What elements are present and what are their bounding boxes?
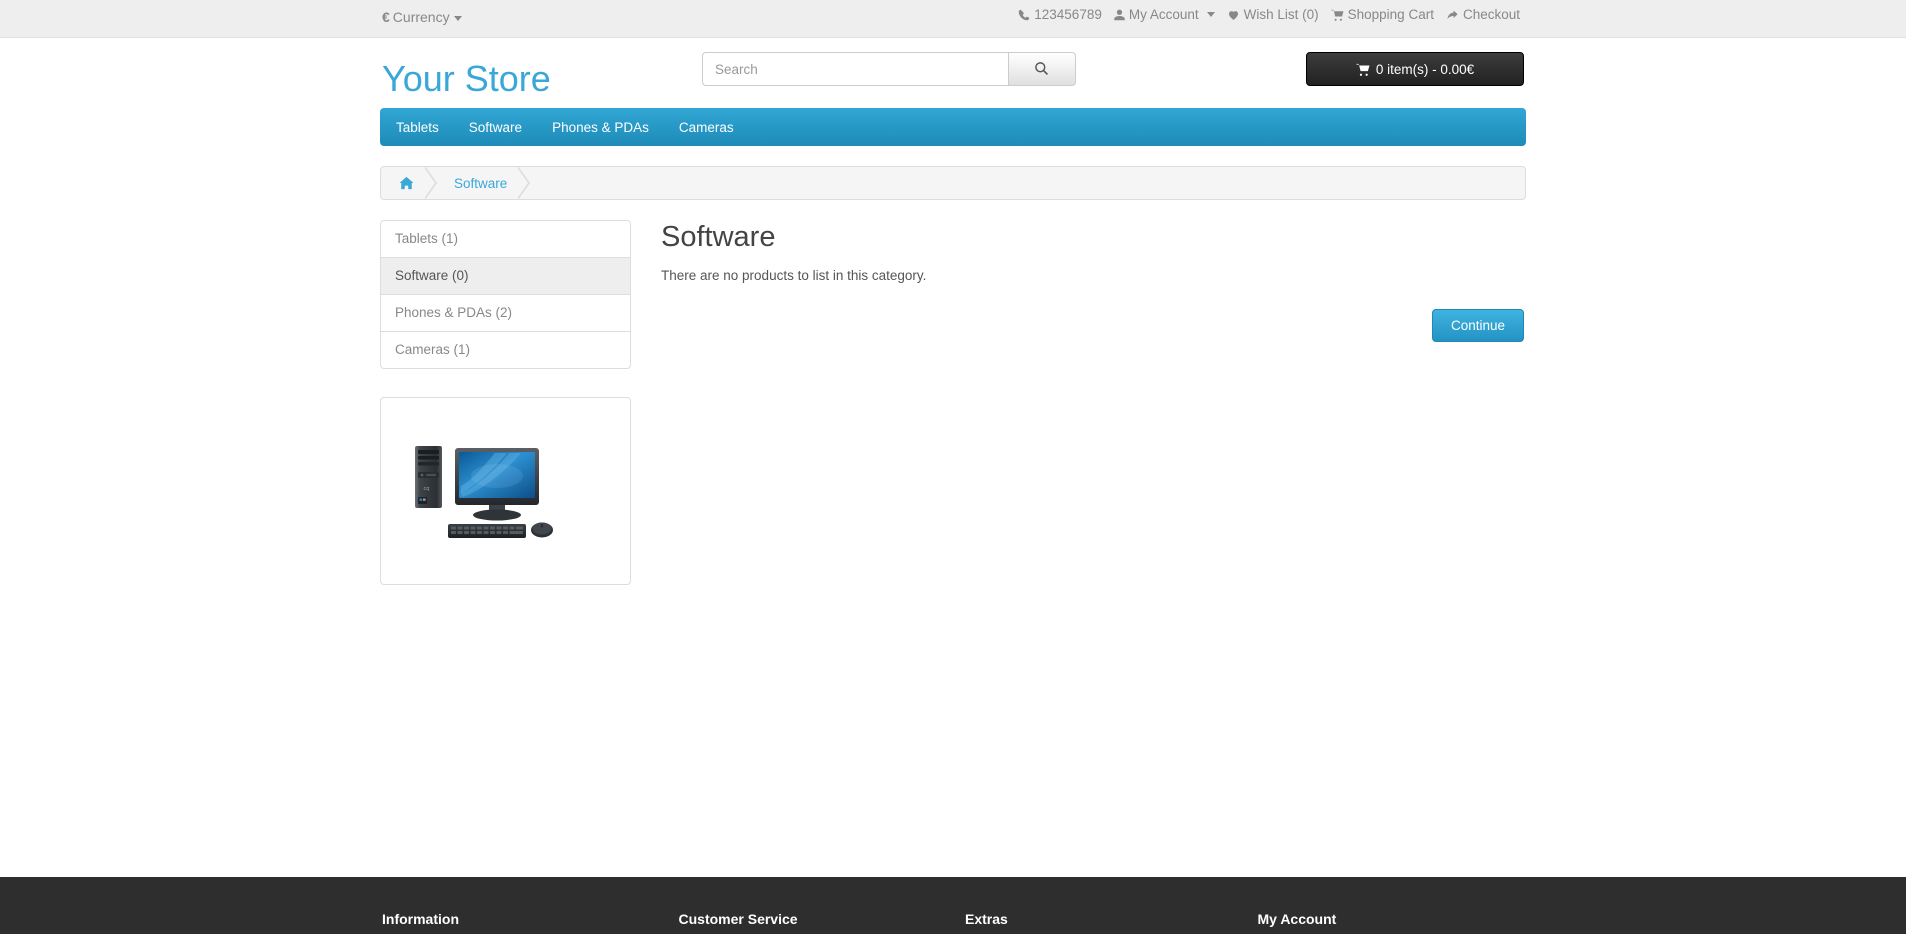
chevron-down-icon <box>453 15 462 21</box>
phone-icon <box>1019 9 1030 20</box>
footer-heading-customer-service: Customer Service <box>678 911 798 927</box>
currency-dropdown[interactable]: € Currency <box>382 9 462 25</box>
search-icon <box>1035 62 1048 75</box>
my-account-menu[interactable]: My Account <box>1108 7 1221 22</box>
breadcrumb: Software <box>380 166 1526 200</box>
main-navigation: Tablets Software Phones & PDAs Cameras <box>380 108 1526 146</box>
shopping-cart-link[interactable]: Shopping Cart <box>1325 7 1440 22</box>
wish-list-label: Wish List (0) <box>1243 7 1319 22</box>
sidebar-banner[interactable]: cq <box>380 397 631 585</box>
category-item-cameras[interactable]: Cameras (1) <box>381 332 630 368</box>
share-arrow-icon <box>1447 10 1458 19</box>
cart-total-label: 0 item(s) - 0.00€ <box>1375 61 1475 77</box>
sidebar: Tablets (1) Software (0) Phones & PDAs (… <box>380 220 631 585</box>
site-header: Your Store 0 item(s) - 0.00€ <box>380 38 1526 106</box>
home-icon <box>399 176 414 190</box>
checkout-label: Checkout <box>1462 7 1520 22</box>
my-account-label: My Account <box>1128 7 1199 22</box>
wish-list-link[interactable]: Wish List (0) <box>1221 7 1325 22</box>
desktop-computer-image: cq <box>414 446 553 538</box>
chevron-down-icon <box>1206 12 1215 17</box>
cart-icon <box>1356 63 1370 76</box>
search-button[interactable] <box>1008 52 1076 86</box>
site-footer: Information Customer Service Extras My A… <box>0 877 1906 934</box>
footer-heading-my-account: My Account <box>1257 911 1337 927</box>
cart-total-button[interactable]: 0 item(s) - 0.00€ <box>1306 52 1524 86</box>
cart-icon <box>1331 9 1344 21</box>
telephone-link: 123456789 <box>1012 7 1108 22</box>
footer-columns: Information Customer Service Extras My A… <box>380 877 1526 927</box>
top-links: 123456789 My Account Wish List (0) Shopp… <box>1012 7 1526 22</box>
currency-label: Currency <box>392 9 450 25</box>
user-icon <box>1114 9 1125 20</box>
main-column: Software There are no products to list i… <box>631 220 1526 342</box>
page-title: Software <box>661 221 776 253</box>
continue-button[interactable]: Continue <box>1431 309 1524 342</box>
heart-icon <box>1228 10 1238 20</box>
category-item-tablets[interactable]: Tablets (1) <box>381 221 630 258</box>
button-row: Continue <box>661 309 1526 342</box>
telephone-number: 123456789 <box>1034 7 1102 22</box>
svg-text:cq: cq <box>423 486 429 492</box>
breadcrumb-item-home[interactable] <box>381 167 437 199</box>
site-logo[interactable]: Your Store <box>382 58 551 100</box>
nav-item-software[interactable]: Software <box>454 108 537 146</box>
category-item-software[interactable]: Software (0) <box>381 258 630 295</box>
checkout-link[interactable]: Checkout <box>1440 7 1526 22</box>
top-bar-inner: € Currency 123456789 My Account Wish List… <box>380 0 1526 37</box>
content-row: Tablets (1) Software (0) Phones & PDAs (… <box>380 220 1526 585</box>
nav-item-phones-pdas[interactable]: Phones & PDAs <box>537 108 664 146</box>
empty-category-message: There are no products to list in this ca… <box>661 268 927 283</box>
nav-item-tablets[interactable]: Tablets <box>380 108 454 146</box>
footer-heading-information: Information <box>382 911 459 927</box>
nav-item-cameras[interactable]: Cameras <box>664 108 749 146</box>
footer-heading-extras: Extras <box>965 911 1008 927</box>
page-container: Your Store 0 item(s) - 0.00€ Tablets Sof… <box>380 38 1526 585</box>
breadcrumb-item-software[interactable]: Software <box>436 167 531 199</box>
search-bar <box>702 52 1076 86</box>
euro-symbol-icon: € <box>382 9 390 25</box>
category-list: Tablets (1) Software (0) Phones & PDAs (… <box>380 220 631 369</box>
category-item-phones-pdas[interactable]: Phones & PDAs (2) <box>381 295 630 332</box>
shopping-cart-label: Shopping Cart <box>1347 7 1434 22</box>
search-input[interactable] <box>702 52 1008 86</box>
top-bar: € Currency 123456789 My Account Wish List… <box>0 0 1906 38</box>
